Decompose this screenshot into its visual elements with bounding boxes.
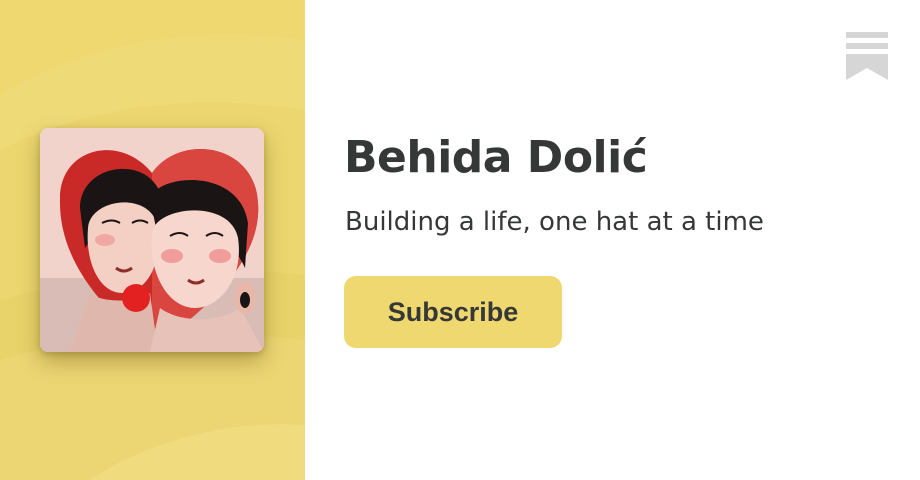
portrait-illustration <box>40 128 264 352</box>
publication-avatar[interactable] <box>40 128 264 352</box>
brand-panel <box>0 0 305 480</box>
subscribe-button[interactable]: Subscribe <box>344 276 562 348</box>
publication-title: Behida Dolić <box>344 132 648 183</box>
publication-card: Behida Dolić Building a life, one hat at… <box>0 0 920 480</box>
publication-tagline: Building a life, one hat at a time <box>345 207 764 237</box>
bookmark-icon <box>846 32 888 80</box>
substack-logo-icon[interactable] <box>846 32 888 80</box>
